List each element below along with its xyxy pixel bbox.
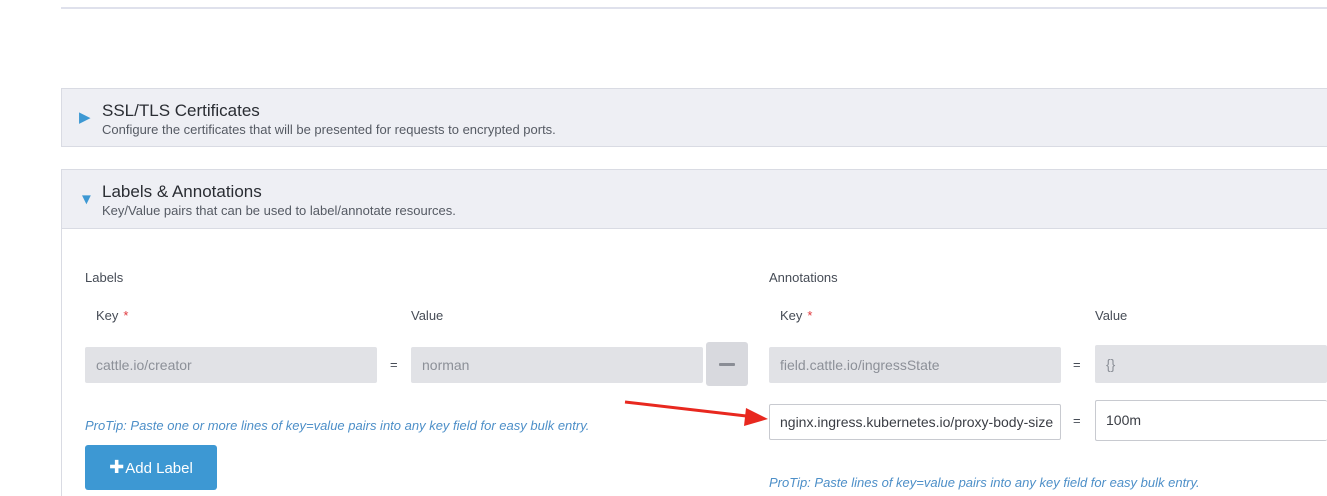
annotations-key-header-text: Key bbox=[780, 308, 803, 323]
annotation-equals-sign: = bbox=[1073, 413, 1081, 428]
minus-icon bbox=[719, 363, 735, 366]
top-divider bbox=[61, 7, 1327, 9]
collapse-triangle-icon[interactable]: ▼ bbox=[79, 192, 94, 207]
required-marker: * bbox=[807, 308, 813, 323]
labels-key-header-text: Key bbox=[96, 308, 119, 323]
ssl-tls-section-header[interactable]: ▶ SSL/TLS Certificates Configure the cer… bbox=[61, 88, 1327, 147]
labels-value-header: Value bbox=[411, 308, 444, 323]
remove-label-button[interactable] bbox=[706, 342, 748, 386]
annotations-heading: Annotations bbox=[769, 270, 838, 285]
annotations-value-header: Value bbox=[1095, 308, 1128, 323]
labels-key-header: Key * bbox=[96, 308, 128, 323]
required-marker: * bbox=[123, 308, 129, 323]
labels-annotations-section-header[interactable]: ▼ Labels & Annotations Key/Value pairs t… bbox=[61, 169, 1327, 229]
annotation-value-input[interactable]: 100m bbox=[1095, 400, 1327, 441]
red-arrow-icon bbox=[624, 400, 768, 426]
add-label-button[interactable]: ✚Add Label bbox=[85, 445, 217, 490]
annotations-protip: ProTip: Paste lines of key=value pairs i… bbox=[769, 475, 1200, 490]
arrow-head bbox=[744, 408, 768, 426]
ssl-section-title: SSL/TLS Certificates bbox=[102, 101, 260, 120]
plus-icon: ✚ bbox=[109, 457, 125, 477]
label-value-input[interactable]: norman bbox=[411, 347, 703, 383]
annotation-key-input[interactable]: nginx.ingress.kubernetes.io/proxy-body-s… bbox=[769, 404, 1061, 440]
labels-heading: Labels bbox=[85, 270, 124, 285]
annotations-key-header: Key * bbox=[780, 308, 812, 323]
expand-triangle-icon[interactable]: ▶ bbox=[79, 110, 91, 125]
annotation-value-input[interactable]: {} bbox=[1095, 345, 1327, 383]
label-equals-sign: = bbox=[390, 357, 398, 372]
label-key-input[interactable]: cattle.io/creator bbox=[85, 347, 377, 383]
annotation-key-input[interactable]: field.cattle.io/ingressState bbox=[769, 347, 1061, 383]
add-label-text: Add Label bbox=[125, 460, 193, 477]
labels-protip: ProTip: Paste one or more lines of key=v… bbox=[85, 418, 590, 433]
labels-section-title: Labels & Annotations bbox=[102, 182, 262, 201]
labels-section-description: Key/Value pairs that can be used to labe… bbox=[102, 203, 456, 218]
annotation-equals-sign: = bbox=[1073, 357, 1081, 372]
arrow-shaft bbox=[624, 400, 756, 419]
ssl-section-description: Configure the certificates that will be … bbox=[102, 122, 556, 137]
